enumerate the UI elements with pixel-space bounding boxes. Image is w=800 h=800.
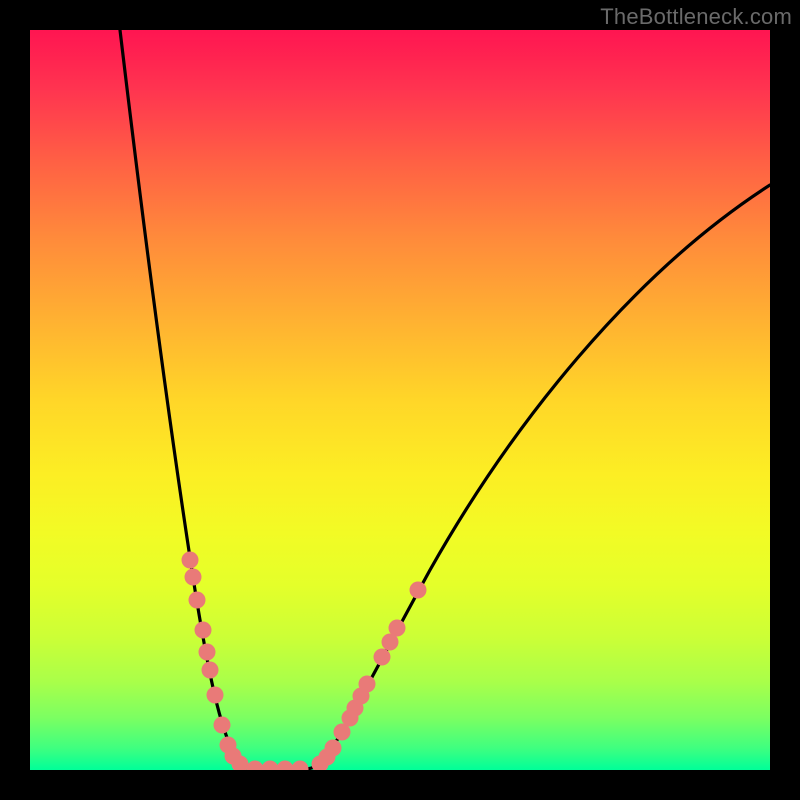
data-marker [199, 644, 216, 661]
data-marker [195, 622, 212, 639]
data-marker [374, 649, 391, 666]
right-curve [280, 185, 770, 769]
data-marker [207, 687, 224, 704]
data-marker [189, 592, 206, 609]
data-marker [389, 620, 406, 637]
data-marker [185, 569, 202, 586]
chart-svg [30, 30, 770, 770]
data-marker [277, 761, 294, 771]
data-marker [247, 761, 264, 771]
left-marker-group [182, 552, 309, 771]
data-marker [410, 582, 427, 599]
data-marker [325, 740, 342, 757]
curve-group [120, 30, 770, 769]
plot-area [30, 30, 770, 770]
left-curve [120, 30, 280, 769]
chart-container: TheBottleneck.com [0, 0, 800, 800]
data-marker [359, 676, 376, 693]
data-marker [182, 552, 199, 569]
data-marker [292, 761, 309, 771]
data-marker [214, 717, 231, 734]
data-marker [262, 761, 279, 771]
watermark-text: TheBottleneck.com [600, 4, 792, 30]
data-marker [202, 662, 219, 679]
